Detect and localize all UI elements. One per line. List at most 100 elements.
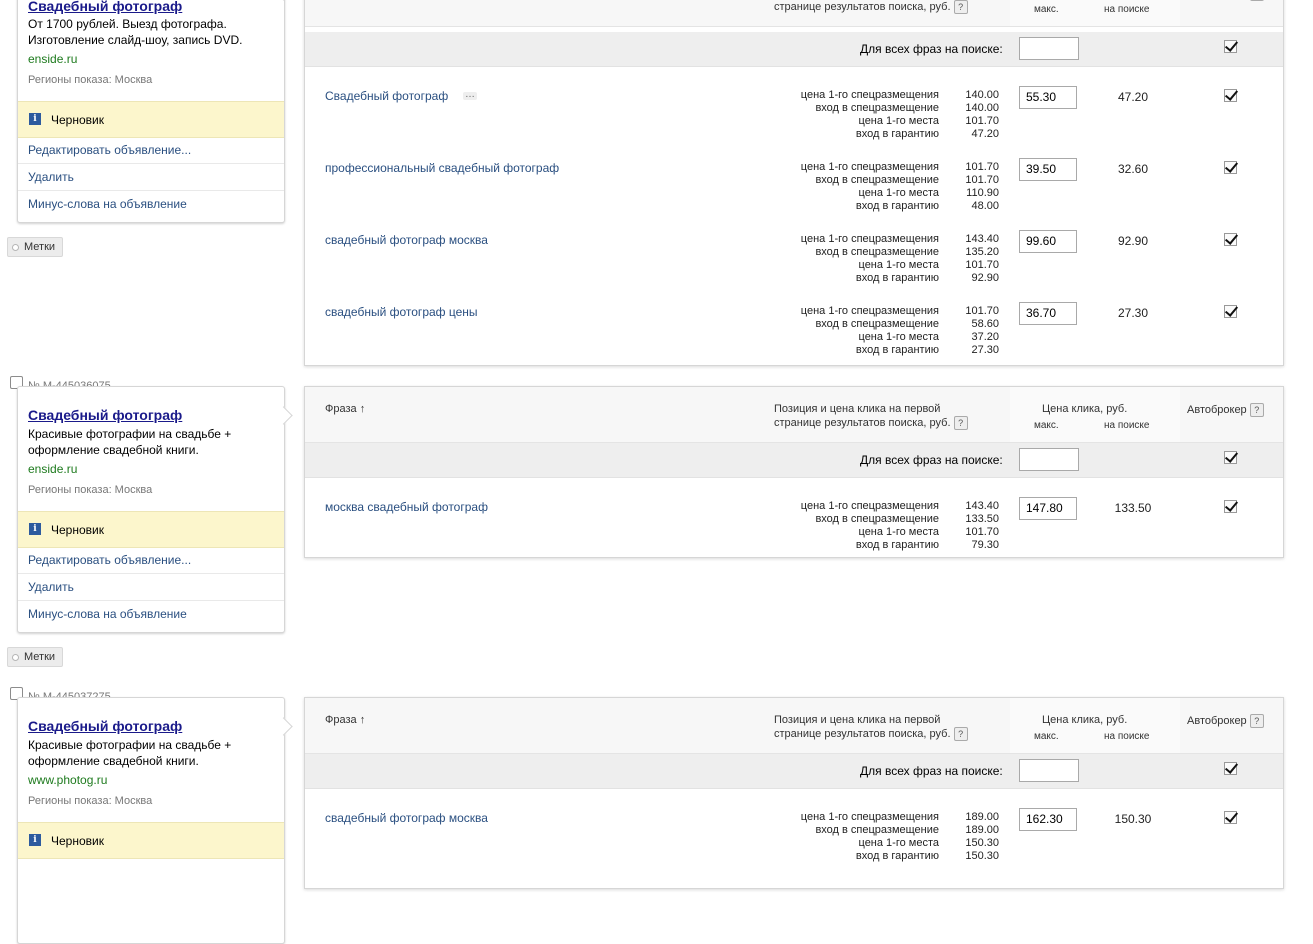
minus-words-label[interactable]: Минус-слова на объявление <box>28 607 187 621</box>
delete-ad-link[interactable]: Удалить <box>18 574 284 601</box>
autobroker-checkbox[interactable] <box>1224 89 1237 102</box>
delete-ad-link[interactable]: Удалить <box>18 164 284 191</box>
metric-value: 37.20 <box>971 331 999 343</box>
autobroker-checkbox[interactable] <box>1224 500 1237 513</box>
metric-label: вход в гарантию <box>855 850 939 862</box>
help-icon[interactable]: ? <box>953 727 968 741</box>
minus-words-link[interactable]: Минус-слова на объявление <box>18 601 284 628</box>
position-header-line-2: странице результатов поиска, руб. <box>774 0 951 13</box>
ad-regions: Регионы показа: Москва <box>28 74 153 86</box>
max-header: макс. <box>1034 731 1059 742</box>
position-header-line-1: Позиция и цена клика на первой <box>774 714 941 726</box>
phrase-link[interactable]: Свадебный фотограф <box>325 89 448 103</box>
tags-button[interactable]: Метки <box>7 237 64 257</box>
all-phrases-bid-input[interactable] <box>1019 448 1079 471</box>
edit-ad-label[interactable]: Редактировать объявление... <box>28 143 191 157</box>
ad-site: www.photog.ru <box>28 773 108 787</box>
ad-description-line-2: Изготовление слайд-шоу, запись DVD. <box>28 33 243 47</box>
phrase-link[interactable]: профессиональный свадебный фотограф <box>325 161 559 175</box>
help-icon[interactable]: ? <box>1249 0 1264 1</box>
metric-label: вход в спецразмещение <box>815 824 939 836</box>
metric-label: цена 1-го спецразмещения <box>800 811 939 823</box>
on-search-header: на поиске <box>1104 420 1150 431</box>
ad-site: enside.ru <box>28 462 78 476</box>
metric-label: вход в спецразмещение <box>815 102 939 114</box>
sort-phrase-header[interactable]: Фраза ↑ <box>325 714 365 726</box>
position-header: Позиция и цена клика на первой странице … <box>774 0 1004 14</box>
sort-phrase-header[interactable]: Фраза ↑ <box>325 403 365 415</box>
ad-card: Свадебный фотограф Красивые фотографии н… <box>17 386 293 633</box>
minus-words-link[interactable]: Минус-слова на объявление <box>18 191 284 218</box>
metric-value: 101.70 <box>965 305 999 317</box>
autobroker-all-checkbox[interactable] <box>1224 40 1237 53</box>
info-icon: i <box>29 523 41 535</box>
metric-value: 140.00 <box>965 102 999 114</box>
metric-label: цена 1-го спецразмещения <box>800 161 939 173</box>
phrase-link[interactable]: свадебный фотограф цены <box>325 305 478 319</box>
metric-value: 101.70 <box>965 259 999 271</box>
delete-ad-label[interactable]: Удалить <box>28 170 74 184</box>
search-price: 27.30 <box>1117 306 1149 320</box>
table-header: Фраза ↑ Позиция и цена клика на первой с… <box>305 387 1283 443</box>
metric-value: 150.30 <box>965 837 999 849</box>
bid-input[interactable]: 55.30 <box>1019 86 1077 109</box>
ad-description: Красивые фотографии на свадьбе + оформле… <box>28 737 268 769</box>
metric-value: 143.40 <box>965 500 999 512</box>
help-icon[interactable]: ? <box>1249 714 1264 728</box>
position-header: Позиция и цена клика на первой странице … <box>774 714 1004 741</box>
autobroker-header: Автоброкер ? <box>1187 403 1264 417</box>
metric-value: 135.20 <box>965 246 999 258</box>
all-phrases-row: Для всех фраз на поиске: <box>305 32 1283 67</box>
delete-ad-label[interactable]: Удалить <box>28 580 74 594</box>
autobroker-checkbox[interactable] <box>1224 161 1237 174</box>
all-phrases-bid-input[interactable] <box>1019 759 1079 782</box>
phrase-link[interactable]: свадебный фотограф москва <box>325 811 488 825</box>
autobroker-all-checkbox[interactable] <box>1224 451 1237 464</box>
bid-input[interactable]: 162.30 <box>1019 808 1077 831</box>
autobroker-label: Автоброкер <box>1187 714 1247 727</box>
minus-words-label[interactable]: Минус-слова на объявление <box>28 197 187 211</box>
metric-label: цена 1-го места <box>858 331 939 343</box>
metric-value: 143.40 <box>965 233 999 245</box>
ad-title-link[interactable]: Свадебный фотограф <box>28 718 182 734</box>
bid-input[interactable]: 147.80 <box>1019 497 1077 520</box>
table-row: Свадебный фотограф … цена 1-го спецразме… <box>305 67 1283 140</box>
draft-label: Черновик <box>51 113 104 127</box>
edit-ad-link[interactable]: Редактировать объявление... <box>18 137 284 164</box>
metric-label: цена 1-го спецразмещения <box>800 89 939 101</box>
bid-input[interactable]: 39.50 <box>1019 158 1077 181</box>
phrases-table: Фраза ↑ Позиция и цена клика на первой с… <box>304 386 1284 558</box>
phrase-link[interactable]: свадебный фотограф москва <box>325 233 488 247</box>
draft-label: Черновик <box>51 523 104 537</box>
bid-input[interactable]: 36.70 <box>1019 302 1077 325</box>
help-icon[interactable]: ? <box>953 416 968 430</box>
autobroker-checkbox[interactable] <box>1224 305 1237 318</box>
ad-site: enside.ru <box>28 52 78 66</box>
table-row: свадебный фотограф москва цена 1-го спец… <box>305 789 1283 862</box>
autobroker-checkbox[interactable] <box>1224 233 1237 246</box>
on-search-header: на поиске <box>1104 4 1150 15</box>
phrases-table: Фраза ↑ Позиция и цена клика на первой с… <box>304 697 1284 889</box>
ad-title-link[interactable]: Свадебный фотограф <box>28 407 182 423</box>
table-header: Фраза ↑ Позиция и цена клика на первой с… <box>305 698 1283 754</box>
tags-button[interactable]: Метки <box>7 647 64 667</box>
metric-value: 27.30 <box>971 344 999 356</box>
help-icon[interactable]: ? <box>1249 403 1264 417</box>
autobroker-checkbox[interactable] <box>1224 811 1237 824</box>
help-icon[interactable]: ? <box>953 0 968 14</box>
metric-label: цена 1-го спецразмещения <box>800 500 939 512</box>
autobroker-all-checkbox[interactable] <box>1224 762 1237 775</box>
phrase-link[interactable]: москва свадебный фотограф <box>325 500 488 514</box>
draft-status: i Черновик <box>18 101 284 138</box>
bid-input[interactable]: 99.60 <box>1019 230 1077 253</box>
edit-ad-label[interactable]: Редактировать объявление... <box>28 553 191 567</box>
more-icon[interactable]: … <box>463 90 477 100</box>
metric-value: 189.00 <box>965 824 999 836</box>
edit-ad-link[interactable]: Редактировать объявление... <box>18 547 284 574</box>
ad-description-line-1: От 1700 рублей. Выезд фотографа. <box>28 17 227 31</box>
max-header: макс. <box>1034 4 1059 15</box>
all-phrases-bid-input[interactable] <box>1019 37 1079 60</box>
metric-value: 101.70 <box>965 161 999 173</box>
ad-title-link[interactable]: Свадебный фотограф <box>28 0 182 14</box>
draft-status: i Черновик <box>18 511 284 548</box>
